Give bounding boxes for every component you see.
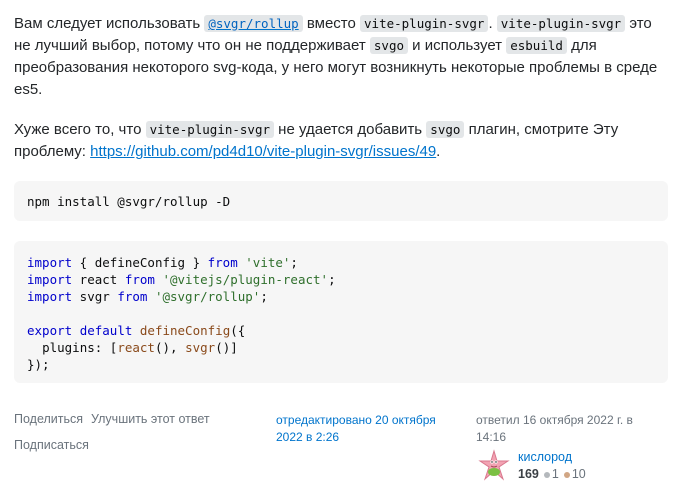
code-function: svgr [185,340,216,355]
answer-paragraph-1: Вам следует использовать @svgr/rollup вм… [14,13,670,101]
user-stats: 169 1 10 [518,466,586,483]
github-issue-link[interactable]: https://github.com/pd4d10/vite-plugin-sv… [90,143,436,160]
svgr-rollup-link[interactable]: @svgr/rollup [204,15,303,32]
code-function: defineConfig [139,323,231,338]
code-string: '@svgr/rollup' [154,289,261,304]
bronze-badge-icon [563,472,570,478]
user-name-link[interactable]: кислород [518,449,586,466]
starfish-avatar-icon [478,449,510,481]
avatar[interactable] [478,449,510,481]
code-keyword: import [27,255,73,270]
user-card: кислород 169 1 10 [478,449,586,483]
code-string: 'vite' [245,255,291,270]
code-text: }); [27,357,50,372]
inline-code: vite-plugin-svgr [145,121,275,138]
code-text: react [72,272,125,287]
edited-text: отредактировано 20 октября 2022 в 2:26 [276,413,436,444]
text: . [436,143,441,160]
code-keyword: export [27,323,73,338]
follow-link[interactable]: Подписаться [14,438,89,452]
inline-code: esbuild [506,37,567,54]
inline-code: vite-plugin-svgr [496,15,626,32]
code-text: { defineConfig } [72,255,208,270]
code-keyword: import [27,289,73,304]
answered-text: ответил 16 октября 2022 г. в 14:16 [476,413,633,444]
code-keyword: import [27,272,73,287]
code-text: svgr [72,289,118,304]
code-function: react [117,340,155,355]
text: . [488,15,497,32]
silver-badges: 1 [543,466,559,483]
edited-info[interactable]: отредактировано 20 октября 2022 в 2:26 [276,412,446,446]
improve-answer-link[interactable]: Улучшить этот ответ [91,412,210,426]
text: Хуже всего то, что [14,121,146,138]
code-keyword: from [207,255,238,270]
inline-code: svgo [369,37,408,54]
code-keyword: from [117,289,148,304]
code-property: plugins [42,340,95,355]
reputation-score: 169 [518,467,539,481]
silver-badge-icon [543,472,550,478]
user-details: кислород 169 1 10 [518,449,586,483]
inline-code: vite-plugin-svgr [360,15,489,32]
bronze-count: 10 [571,467,586,481]
text: Вам следует использовать [14,15,205,32]
code-keyword: from [124,272,155,287]
share-link[interactable]: Поделиться [14,412,83,426]
post-menu: Поделиться Улучшить этот ответ Подписать… [14,410,210,454]
code-string: '@vitejs/plugin-react' [162,272,329,287]
code-block-config[interactable]: import { defineConfig } from 'vite'; imp… [14,241,668,383]
inline-code: @svgr/rollup [204,15,303,32]
text: и использует [408,37,507,54]
answered-info: ответил 16 октября 2022 г. в 14:16 [476,412,666,446]
silver-count: 1 [551,467,559,481]
code-keyword: default [79,323,133,338]
inline-code: svgo [426,121,465,138]
text: не удается добавить [274,121,427,138]
text: вместо [302,15,361,32]
answer-paragraph-2: Хуже всего то, что vite-plugin-svgr не у… [14,119,670,163]
code-line: npm install @svgr/rollup -D [27,194,231,209]
bronze-badges: 10 [563,466,586,483]
code-block-install[interactable]: npm install @svgr/rollup -D [14,181,668,221]
